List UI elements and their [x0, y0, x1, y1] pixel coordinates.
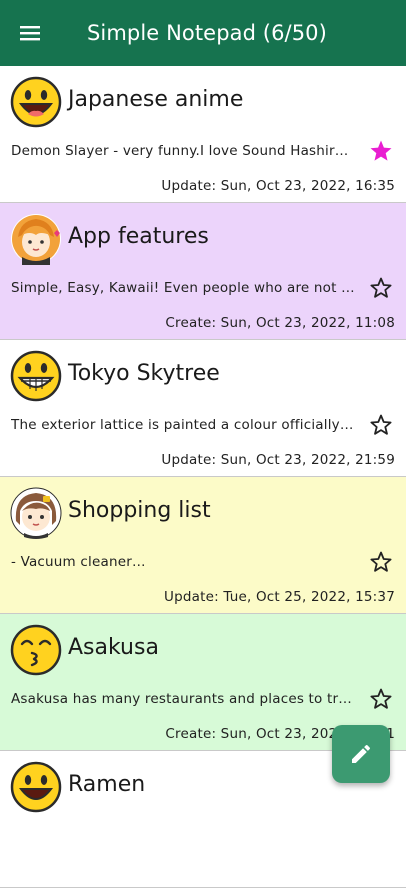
- note-timestamp: Create: Sun, Oct 23, 2022, 11:08: [165, 315, 395, 331]
- star-outline-icon[interactable]: [369, 276, 393, 300]
- star-outline-icon[interactable]: [369, 687, 393, 711]
- smiley-face-icon: [10, 76, 62, 128]
- app-bar: Simple Notepad (6/50): [0, 0, 406, 66]
- menu-button[interactable]: [0, 0, 60, 66]
- note-item[interactable]: Japanese anime Demon Slayer - very funny…: [0, 66, 406, 203]
- note-timestamp: Update: Sun, Oct 23, 2022, 16:35: [161, 178, 395, 194]
- note-preview: Simple, Easy, Kawaii! Even people who ar…: [11, 280, 356, 296]
- note-title: Shopping list: [68, 498, 211, 523]
- new-note-button[interactable]: [332, 725, 390, 783]
- star-outline-icon[interactable]: [369, 550, 393, 574]
- note-preview: - Vacuum cleaner…: [11, 554, 146, 570]
- note-preview: The exterior lattice is painted a colour…: [11, 417, 356, 433]
- note-item[interactable]: Tokyo Skytree The exterior lattice is pa…: [0, 340, 406, 477]
- note-timestamp: Update: Sun, Oct 23, 2022, 21:59: [161, 452, 395, 468]
- note-title: Asakusa: [68, 635, 159, 660]
- pencil-icon: [352, 744, 371, 763]
- note-item[interactable]: Shopping list - Vacuum cleaner… Update: …: [0, 477, 406, 614]
- kissing-face-icon: [10, 624, 62, 676]
- app-title: Simple Notepad (6/50): [87, 21, 327, 45]
- note-title: Ramen: [68, 772, 146, 797]
- note-timestamp: Update: Tue, Oct 25, 2022, 15:37: [163, 589, 395, 605]
- note-title: Japanese anime: [68, 87, 244, 112]
- smiley-face-icon: [10, 761, 62, 813]
- note-preview: Demon Slayer - very funny.I love Sound H…: [11, 143, 356, 159]
- hamburger-menu-icon: [20, 26, 40, 41]
- note-preview: Asakusa has many restaurants and places …: [11, 691, 356, 707]
- grinning-face-icon: [10, 350, 62, 402]
- star-filled-icon[interactable]: [369, 139, 393, 163]
- orange-hair-girl-icon: [11, 214, 61, 265]
- note-item[interactable]: App features Simple, Easy, Kawaii! Even …: [0, 203, 406, 340]
- note-title: App features: [68, 224, 209, 249]
- star-outline-icon[interactable]: [369, 413, 393, 437]
- note-title: Tokyo Skytree: [68, 361, 220, 386]
- brown-hair-girl-icon: [10, 487, 62, 539]
